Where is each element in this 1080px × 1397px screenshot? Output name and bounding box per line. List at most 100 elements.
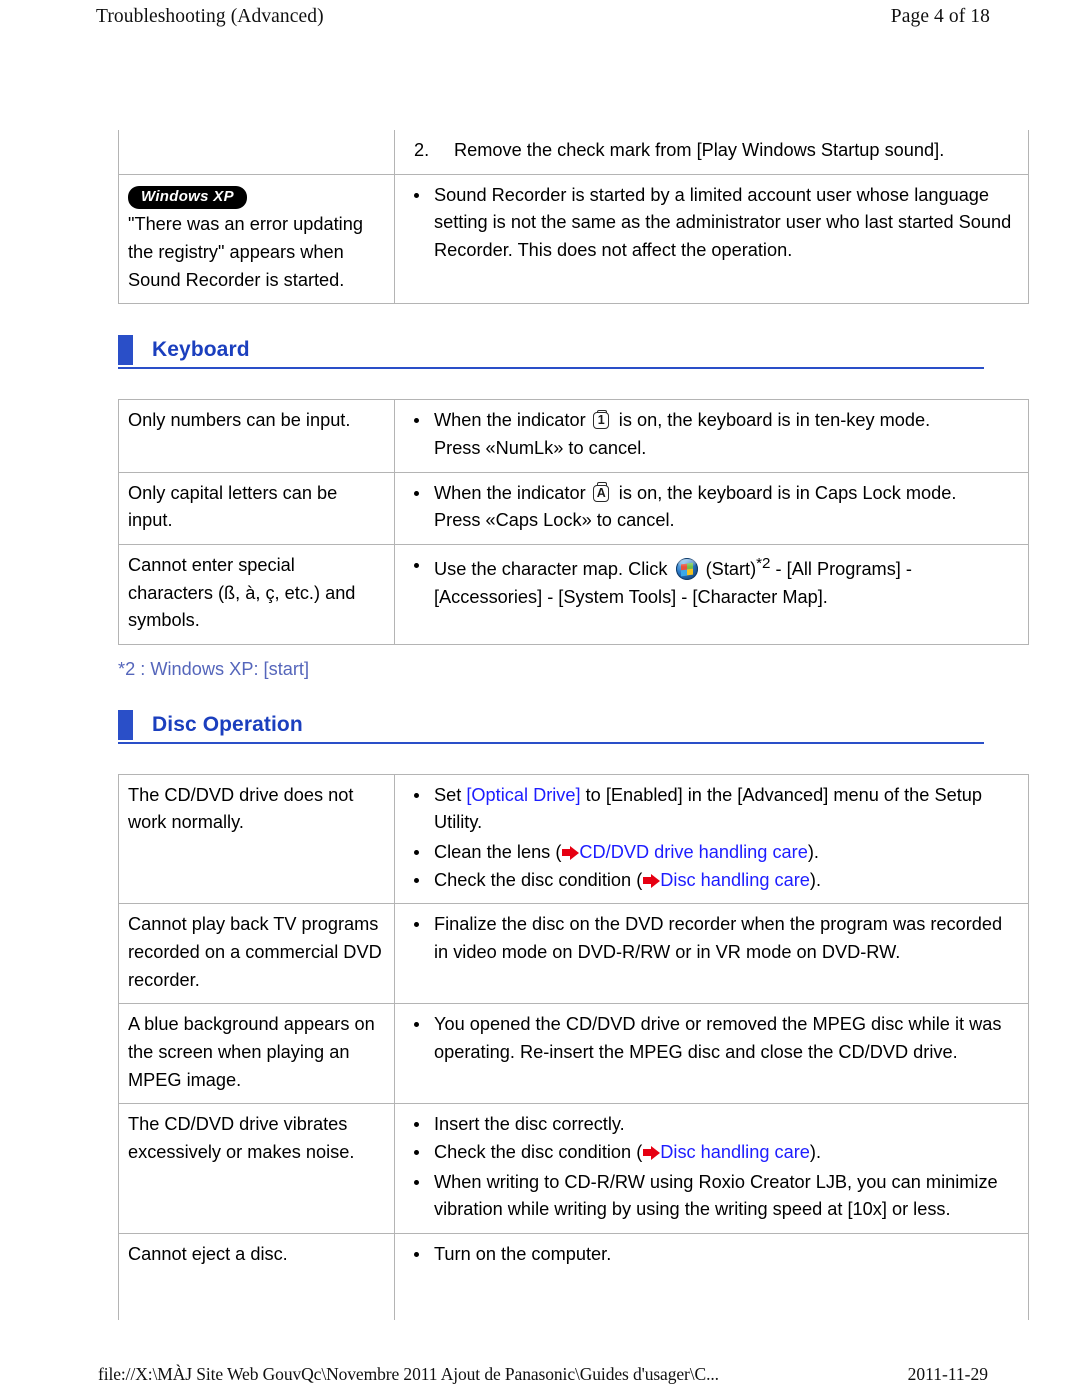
jump-arrow-icon	[643, 873, 661, 888]
bullet-text: Insert the disc correctly.	[434, 1114, 625, 1135]
heading-accent-bar	[118, 709, 133, 740]
jump-link-cd-dvd-drive-handling-care[interactable]: CD/DVD drive handling care	[579, 842, 807, 862]
list-item: When writing to CD-R/RW using Roxio Crea…	[408, 1169, 1018, 1224]
key-glyph: A	[596, 485, 606, 500]
symptom-text: Cannot eject a disc.	[128, 1243, 288, 1264]
list-item: Use the character map. Click (Start)*2 -…	[408, 552, 1018, 611]
solution-cell: Sound Recorder is started by a limited a…	[394, 173, 1029, 305]
windows-xp-badge: Windows XP	[128, 185, 247, 210]
keyboard-troubleshooting-table: Only numbers can be input. When the indi…	[118, 399, 1029, 646]
table-row: Cannot eject a disc. Turn on the compute…	[118, 1232, 1029, 1320]
heading-accent-bar	[118, 335, 133, 366]
bullet-text: Finalize the disc on the DVD recorder wh…	[434, 914, 1003, 962]
list-item: When the indicator A is on, the keyboard…	[408, 480, 1018, 535]
solution-cell: Insert the disc correctly. Check the dis…	[394, 1103, 1029, 1234]
arrow-tip	[651, 1145, 661, 1160]
list-item: Set [Optical Drive] to [Enabled] in the …	[408, 782, 1018, 837]
bullet-text-post: is on, the keyboard is in ten-key mode.	[618, 410, 931, 431]
solution-cell: Finalize the disc on the DVD recorder wh…	[394, 903, 1029, 1005]
numbered-step: 2. Remove the check mark from [Play Wind…	[408, 137, 1018, 165]
orb-gloss	[677, 559, 696, 568]
capslock-indicator-icon: A	[593, 482, 612, 504]
footnote-marker: *2	[756, 555, 771, 573]
footer-date: 2011-11-29	[907, 1364, 988, 1384]
section-heading-keyboard: Keyboard	[118, 335, 984, 370]
table-row: The CD/DVD drive does not work normally.…	[118, 773, 1029, 905]
jump-link-disc-handling-care[interactable]: Disc handling care	[660, 870, 810, 890]
footer-file-path: file://X:\MÀJ Site Web GouvQc\Novembre 2…	[98, 1364, 719, 1384]
start-label: (Start)	[705, 559, 757, 580]
sound-troubleshooting-table: 2. Remove the check mark from [Play Wind…	[118, 130, 1029, 305]
numlock-indicator-icon: 1	[593, 409, 612, 431]
heading-text: Disc Operation	[152, 712, 303, 736]
bullet-text-line2: Press «NumLk» to cancel.	[434, 438, 647, 459]
bullet-text-pre: Check the disc condition (	[434, 1141, 643, 1162]
symptom-text: The CD/DVD drive does not work normally.	[128, 784, 354, 833]
document-content: 2. Remove the check mark from [Play Wind…	[118, 130, 1029, 1320]
table-row: 2. Remove the check mark from [Play Wind…	[118, 130, 1029, 175]
solution-bullet-list: When the indicator 1 is on, the keyboard…	[408, 407, 1018, 462]
bullet-text: Sound Recorder is started by a limited a…	[434, 184, 1012, 260]
symptom-cell: Cannot play back TV programs recorded on…	[118, 903, 395, 1005]
solution-bullet-list: You opened the CD/DVD drive or removed t…	[408, 1011, 1018, 1066]
bullet-text-pre: When the indicator	[434, 482, 586, 503]
symptom-text: A blue background appears on the screen …	[128, 1014, 375, 1090]
solution-bullet-list: Set [Optical Drive] to [Enabled] in the …	[408, 782, 1018, 895]
bullet-text: Turn on the computer.	[434, 1243, 612, 1264]
bullet-text-pre: Check the disc condition (	[434, 869, 643, 890]
table-row: The CD/DVD drive vibrates excessively or…	[118, 1103, 1029, 1234]
symptom-cell: A blue background appears on the screen …	[118, 1003, 395, 1105]
jump-link-disc-handling-care[interactable]: Disc handling care	[660, 1142, 810, 1162]
disc-operation-troubleshooting-table: The CD/DVD drive does not work normally.…	[118, 773, 1029, 1320]
orb-pane-yellow	[687, 568, 694, 575]
bullet-text-post: ).	[807, 841, 819, 862]
symptom-text: Cannot play back TV programs recorded on…	[128, 914, 382, 990]
list-item: You opened the CD/DVD drive or removed t…	[408, 1011, 1018, 1066]
solution-bullet-list: Finalize the disc on the DVD recorder wh…	[408, 911, 1018, 966]
step-number: 2.	[414, 140, 430, 160]
bullet-text: You opened the CD/DVD drive or removed t…	[434, 1014, 1002, 1062]
list-item: Finalize the disc on the DVD recorder wh…	[408, 911, 1018, 966]
table-row: Cannot play back TV programs recorded on…	[118, 903, 1029, 1005]
footnote-windows-xp-start: *2 : Windows XP: [start]	[118, 659, 310, 680]
page-footer: file://X:\MÀJ Site Web GouvQc\Novembre 2…	[0, 1364, 1080, 1385]
page-header-title: Troubleshooting (Advanced)	[96, 6, 324, 27]
inline-link-optical-drive[interactable]: [Optical Drive]	[466, 785, 580, 805]
solution-cell: You opened the CD/DVD drive or removed t…	[394, 1003, 1029, 1105]
table-row: Only capital letters can be input. When …	[118, 471, 1029, 546]
symptom-text: Only numbers can be input.	[128, 410, 351, 431]
bullet-text-post: ).	[809, 1141, 822, 1162]
symptom-text: Cannot enter special characters (ß, à, ç…	[128, 555, 356, 631]
list-item: Check the disc condition ( Disc handling …	[408, 1139, 1018, 1167]
list-item: When the indicator 1 is on, the keyboard…	[408, 407, 1018, 462]
table-row: Windows XP "There was an error updating …	[118, 173, 1029, 305]
page-number-label: Page 4 of 18	[890, 6, 990, 27]
heading-text: Keyboard	[152, 338, 250, 362]
solution-bullet-list: Sound Recorder is started by a limited a…	[408, 182, 1018, 265]
arrow-tip	[651, 873, 661, 888]
solution-bullet-list: Insert the disc correctly. Check the dis…	[408, 1111, 1018, 1224]
symptom-text: Only capital letters can be input.	[128, 482, 338, 531]
symptom-text: The CD/DVD drive vibrates excessively or…	[128, 1114, 355, 1162]
jump-arrow-icon	[643, 1145, 661, 1160]
symptom-cell: Only numbers can be input.	[118, 399, 395, 473]
table-row: Cannot enter special characters (ß, à, ç…	[118, 544, 1029, 646]
solution-cell: Use the character map. Click (Start)*2 -…	[394, 544, 1029, 646]
jump-arrow-icon	[562, 845, 580, 860]
symptom-cell: Only capital letters can be input.	[118, 471, 395, 546]
bullet-text-pre: Set	[434, 784, 467, 805]
table-row: A blue background appears on the screen …	[118, 1003, 1029, 1105]
arrow-tip	[570, 845, 580, 860]
list-item: Sound Recorder is started by a limited a…	[408, 182, 1018, 265]
key-glyph: 1	[597, 413, 605, 428]
bullet-text-line2: Press «Caps Lock» to cancel.	[434, 510, 675, 531]
bullet-text-pre: When the indicator	[434, 410, 586, 431]
list-item: Turn on the computer.	[408, 1241, 1018, 1269]
section-heading-disc-operation: Disc Operation	[118, 709, 984, 744]
list-item: Check the disc condition ( Disc handling …	[408, 867, 1018, 895]
list-item: Insert the disc correctly.	[408, 1111, 1018, 1139]
symptom-cell: The CD/DVD drive does not work normally.	[118, 773, 395, 905]
bullet-text-post: ).	[809, 869, 822, 890]
list-item: Clean the lens ( CD/DVD drive handling ca…	[408, 839, 1018, 867]
bullet-text-pre: Clean the lens (	[434, 841, 562, 862]
